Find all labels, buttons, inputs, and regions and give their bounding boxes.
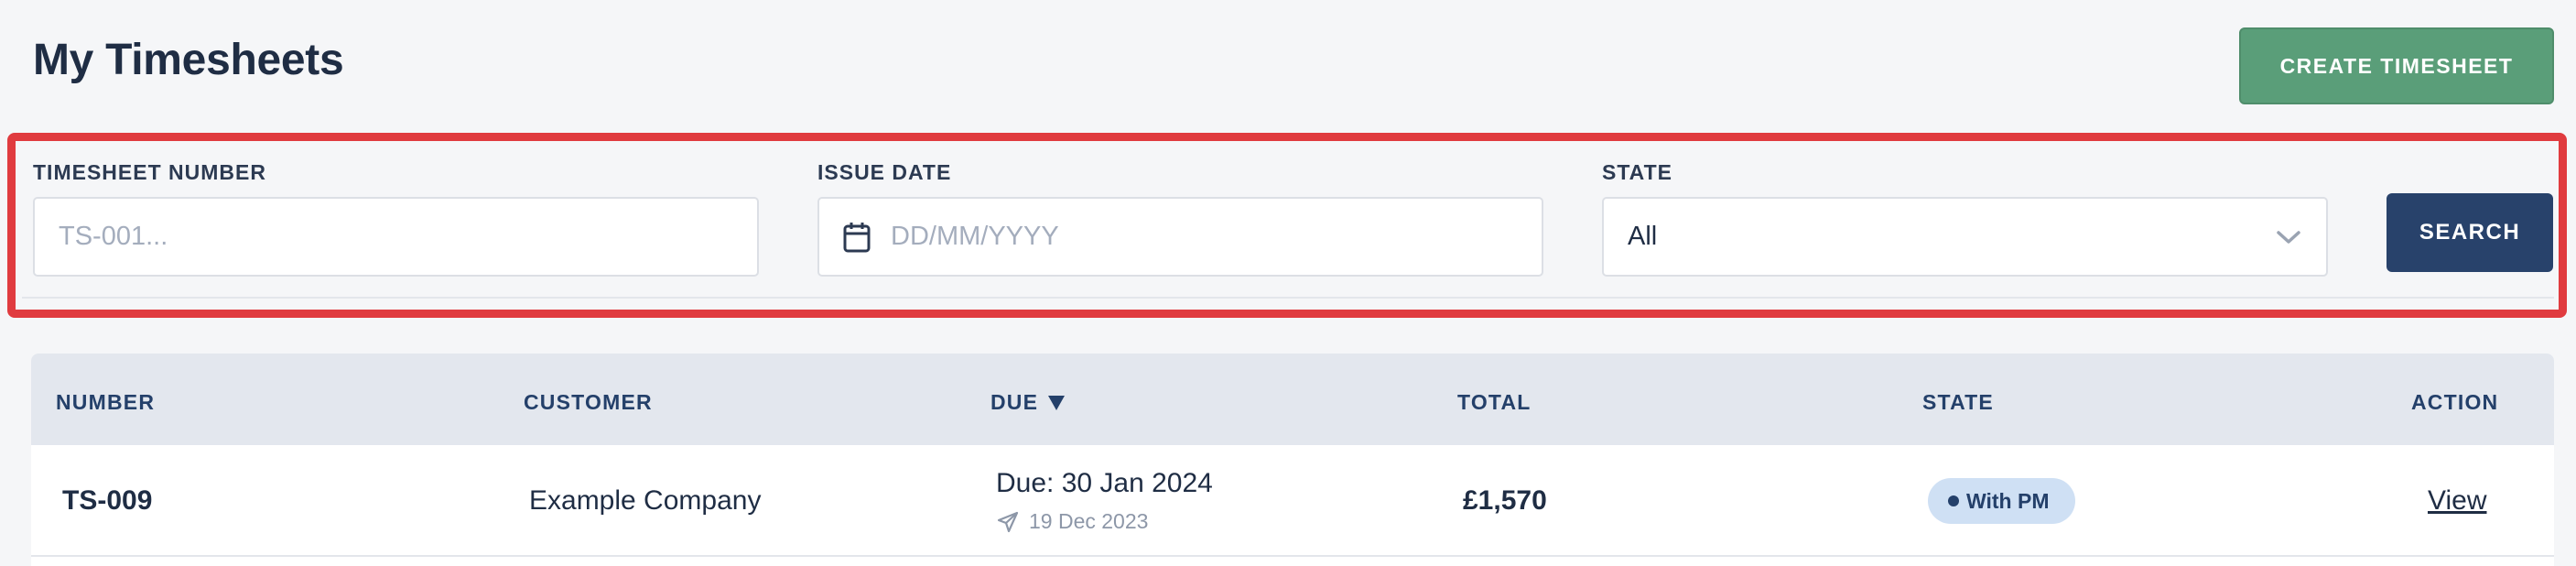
chevron-down-icon[interactable] <box>2275 228 2302 246</box>
status-badge-label: With PM <box>1966 488 2050 513</box>
send-icon <box>996 510 1020 534</box>
column-header-due[interactable]: DUE <box>990 390 1066 415</box>
state-label: STATE <box>1602 160 1672 184</box>
issue-date-field[interactable] <box>817 197 1543 277</box>
create-timesheet-button[interactable]: CREATE TIMESHEET <box>2239 27 2554 104</box>
column-header-state[interactable]: STATE <box>1922 390 1994 415</box>
timesheet-number-field[interactable] <box>33 197 759 277</box>
timesheet-number: TS-009 <box>62 485 153 516</box>
timesheet-number-label: TIMESHEET NUMBER <box>33 160 266 184</box>
customer-name: Example Company <box>529 485 762 516</box>
state-select[interactable]: All <box>1602 197 2328 277</box>
due-date: Due: 30 Jan 2024 <box>996 468 1213 498</box>
calendar-icon[interactable] <box>843 222 871 253</box>
issue-date-label: ISSUE DATE <box>817 160 952 184</box>
status-dot-icon <box>1948 495 1959 506</box>
timesheets-table: NUMBER CUSTOMER DUE TOTAL STATE ACTION T… <box>31 354 2554 566</box>
table-header: NUMBER CUSTOMER DUE TOTAL STATE ACTION <box>31 354 2554 445</box>
status-badge: With PM <box>1928 478 2075 524</box>
timesheet-number-input[interactable] <box>59 222 757 252</box>
search-button[interactable]: SEARCH <box>2387 193 2553 272</box>
sent-date-text: 19 Dec 2023 <box>1029 509 1149 533</box>
column-header-action: ACTION <box>2411 390 2499 414</box>
page-title: My Timesheets <box>33 36 344 84</box>
table-row[interactable]: TS-009 Example Company Due: 30 Jan 2024 … <box>31 445 2554 557</box>
column-header-due-label: DUE <box>990 390 1039 414</box>
column-header-total[interactable]: TOTAL <box>1457 390 1532 415</box>
sort-descending-icon[interactable] <box>1047 394 1066 412</box>
total-amount: £1,570 <box>1463 485 1547 516</box>
view-link[interactable]: View <box>2428 485 2486 517</box>
column-header-customer[interactable]: CUSTOMER <box>524 390 653 415</box>
sent-date: 19 Dec 2023 <box>996 509 1148 534</box>
column-header-number[interactable]: NUMBER <box>56 390 155 415</box>
state-selected-value: All <box>1628 222 1658 251</box>
issue-date-input[interactable] <box>891 222 1542 252</box>
